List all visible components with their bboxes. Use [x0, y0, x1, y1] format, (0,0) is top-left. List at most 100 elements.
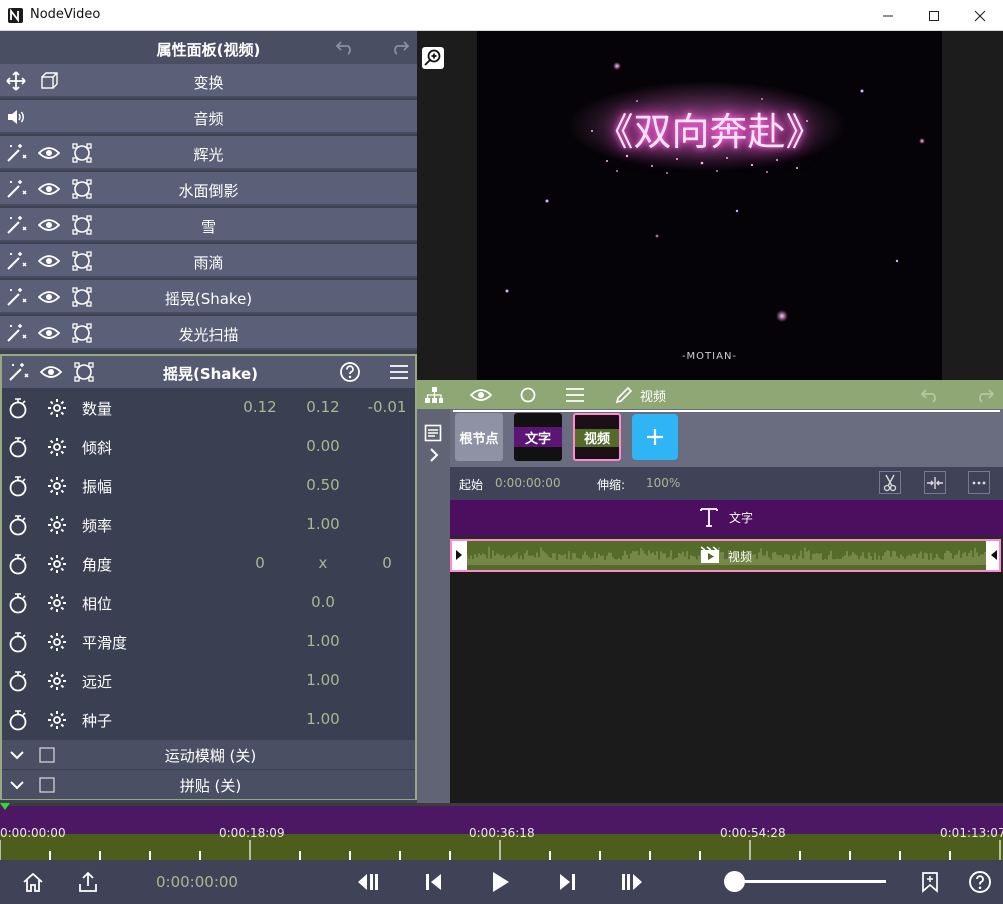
pencil-icon[interactable]	[612, 383, 636, 407]
minimize-icon[interactable]	[865, 0, 911, 31]
bookmark-icon[interactable]	[917, 869, 943, 895]
shake-param-row[interactable]: 远近 1.00	[2, 661, 415, 700]
eye-icon[interactable]	[469, 383, 493, 407]
gear-icon[interactable]	[45, 474, 69, 498]
param-value[interactable]: 0	[357, 554, 417, 572]
param-value[interactable]: 1.00	[293, 671, 353, 689]
shake-param-row[interactable]: 数量 0.12 0.12 -0.01	[2, 388, 415, 427]
redo-icon[interactable]	[388, 35, 412, 59]
shake-param-row[interactable]: 平滑度 1.00	[2, 622, 415, 661]
param-label: 频率	[82, 517, 113, 535]
param-value[interactable]: 0.0	[293, 593, 353, 611]
zoom-in-icon[interactable]	[422, 47, 444, 69]
stopwatch-icon[interactable]	[6, 396, 30, 420]
cut-icon[interactable]	[879, 471, 901, 494]
maximize-icon[interactable]	[911, 0, 957, 31]
param-value[interactable]: -0.01	[357, 398, 417, 416]
stopwatch-icon[interactable]	[6, 435, 30, 459]
param-value[interactable]: 1.00	[293, 632, 353, 650]
export-icon[interactable]	[75, 869, 101, 895]
preview-title-text: 《双向奔赴》	[595, 110, 824, 154]
next-keyframe-icon[interactable]	[620, 869, 646, 895]
stopwatch-icon[interactable]	[6, 630, 30, 654]
app-logo-icon	[8, 8, 23, 23]
gear-icon[interactable]	[45, 435, 69, 459]
home-icon[interactable]	[20, 869, 46, 895]
trim-left-handle-icon[interactable]	[455, 549, 463, 561]
prop-row-water-reflection[interactable]: 水面倒影	[0, 172, 417, 206]
prop-row-audio[interactable]: 音频	[0, 100, 417, 134]
param-value[interactable]: x	[293, 554, 353, 572]
chevron-right-icon[interactable]	[422, 443, 446, 467]
shake-panel-header[interactable]: 摇晃(Shake)	[2, 356, 415, 388]
menu-icon[interactable]	[563, 383, 587, 407]
help-icon[interactable]	[338, 360, 362, 384]
shake-param-row[interactable]: 倾斜 0.00	[2, 427, 415, 466]
gear-icon[interactable]	[45, 552, 69, 576]
gear-icon[interactable]	[45, 513, 69, 537]
layer-thumb-video[interactable]: 视频	[573, 413, 621, 461]
video-track-waveform: 视频	[467, 541, 986, 570]
param-value[interactable]: 1.00	[293, 710, 353, 728]
stopwatch-icon[interactable]	[6, 669, 30, 693]
param-value[interactable]: 0.12	[230, 398, 290, 416]
split-icon[interactable]	[924, 471, 946, 494]
shake-param-row[interactable]: 相位 0.0	[2, 583, 415, 622]
start-value[interactable]: 0:00:00:00	[495, 476, 561, 490]
hierarchy-icon[interactable]	[422, 383, 446, 407]
layer-thumb-root[interactable]: 根节点	[455, 413, 503, 461]
shake-param-row[interactable]: 种子 1.00	[2, 700, 415, 739]
param-value[interactable]: 1.00	[293, 515, 353, 533]
prop-row-transform[interactable]: 变换	[0, 64, 417, 98]
prop-row-glow-scan[interactable]: 发光扫描	[0, 316, 417, 350]
gear-icon[interactable]	[45, 396, 69, 420]
window-title: NodeVideo	[30, 7, 101, 22]
circle-icon[interactable]	[516, 383, 540, 407]
shake-param-row[interactable]: 角度 0 x 0	[2, 544, 415, 583]
param-value[interactable]: 0	[230, 554, 290, 572]
more-icon[interactable]	[968, 471, 990, 494]
menu-icon[interactable]	[387, 360, 411, 384]
gear-icon[interactable]	[45, 630, 69, 654]
layers-panel-icon[interactable]	[421, 421, 445, 445]
stopwatch-icon[interactable]	[6, 708, 30, 732]
video-preview[interactable]: 《双向奔赴》 -MOTIAN-	[477, 31, 942, 380]
prop-row-shake[interactable]: 摇晃(Shake)	[0, 280, 417, 314]
zoom-slider-track[interactable]	[733, 880, 886, 883]
stopwatch-icon[interactable]	[6, 513, 30, 537]
shake-param-row[interactable]: 频率 1.00	[2, 505, 415, 544]
stopwatch-icon[interactable]	[6, 552, 30, 576]
motion-blur-fold[interactable]: 运动模糊 (关)	[2, 740, 415, 769]
prop-row-snow[interactable]: 雪	[0, 208, 417, 242]
shake-param-row[interactable]: 振幅 0.50	[2, 466, 415, 505]
skip-forward-icon[interactable]	[554, 869, 580, 895]
gear-icon[interactable]	[45, 591, 69, 615]
undo-icon[interactable]	[918, 383, 942, 407]
prev-keyframe-icon[interactable]	[354, 869, 380, 895]
gear-icon[interactable]	[45, 708, 69, 732]
param-label: 倾斜	[82, 439, 113, 457]
prop-row-glow[interactable]: 辉光	[0, 136, 417, 170]
param-value[interactable]: 0.50	[293, 476, 353, 494]
trim-right-handle-icon[interactable]	[990, 549, 998, 561]
prop-row-raindrops[interactable]: 雨滴	[0, 244, 417, 278]
tile-fold[interactable]: 拼贴 (关)	[2, 770, 415, 799]
stopwatch-icon[interactable]	[6, 474, 30, 498]
close-icon[interactable]	[957, 0, 1003, 31]
param-value[interactable]: 0.00	[293, 437, 353, 455]
undo-icon[interactable]	[333, 35, 357, 59]
redo-icon[interactable]	[973, 383, 997, 407]
gear-icon[interactable]	[45, 669, 69, 693]
zoom-slider-knob[interactable]	[724, 871, 745, 892]
text-track[interactable]: 文字	[450, 500, 1003, 536]
add-layer-button[interactable]	[632, 414, 678, 460]
help-icon[interactable]	[967, 869, 993, 895]
param-label: 数量	[82, 400, 113, 418]
playhead-marker[interactable]	[0, 803, 10, 810]
layer-thumb-text[interactable]: 文字	[514, 413, 562, 461]
param-value[interactable]: 0.12	[293, 398, 353, 416]
play-icon[interactable]	[487, 869, 513, 895]
stretch-value[interactable]: 100%	[646, 476, 680, 490]
stopwatch-icon[interactable]	[6, 591, 30, 615]
skip-back-icon[interactable]	[421, 869, 447, 895]
